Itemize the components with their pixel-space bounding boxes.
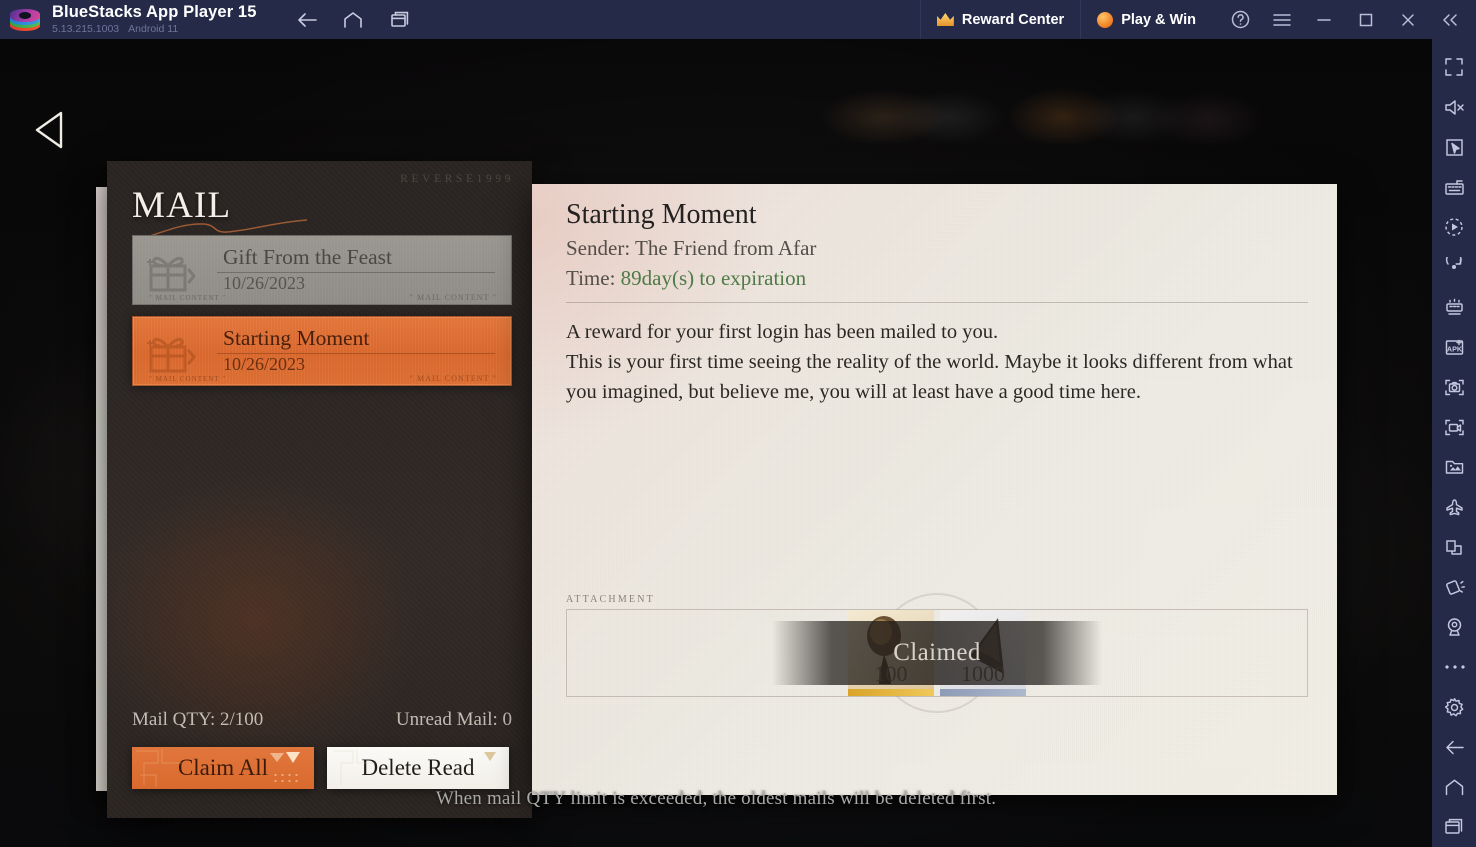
letter-time-row: Time: 89day(s) to expiration [566,266,806,291]
menu-icon[interactable] [1262,0,1302,39]
mail-list-item-0[interactable]: Gift From the Feast 10/26/2023 " MAIL CO… [132,235,512,305]
mail-item-tag: " MAIL CONTENT " [409,374,497,383]
mail-item-tag-left: " MAIL CONTENT " [149,375,227,383]
close-icon[interactable] [1388,0,1428,39]
mail-item-date: 10/26/2023 [223,354,306,374]
letter-sender-label: Sender: [566,236,631,260]
game-back-button[interactable] [27,107,71,153]
rotate-icon[interactable] [1432,247,1476,287]
mail-list: Gift From the Feast 10/26/2023 " MAIL CO… [132,235,512,397]
back-icon[interactable] [292,6,322,34]
unread-mail-label: Unread Mail: 0 [395,709,512,730]
letter-body-text: A reward for your first login has been m… [566,317,1314,407]
letter-title: Starting Moment [566,199,757,230]
window-controls [1212,0,1476,39]
mail-panel: REVERSE1999 MAIL Gift From the Feast 10/… [107,161,532,818]
mail-item-title: Gift From the Feast [223,245,392,269]
attachment-item-rarity-bar [940,689,1026,696]
letter-time-value: 89day(s) to expiration [620,266,807,290]
delete-read-triangle [484,752,496,761]
claim-all-triangle-2 [286,752,300,763]
gift-icon [145,248,199,296]
keyboard-icon[interactable] [1432,167,1476,207]
android-version: Android 11 [128,22,179,35]
letter-divider [566,302,1308,303]
crown-icon [937,13,954,26]
attachment-item-qty: 1000 [961,661,1005,686]
svg-text:APK: APK [1446,344,1462,353]
reward-center-label: Reward Center [961,11,1065,28]
mail-item-date: 10/26/2023 [223,273,306,293]
recents-icon[interactable] [384,6,414,34]
macro-play-icon[interactable] [1432,207,1476,247]
app-version: 5.13.215.1003 [52,22,120,35]
settings-icon[interactable] [1432,687,1476,727]
screenshot-icon[interactable] [1432,367,1476,407]
letter-body-line: This is your first time seeing the reali… [566,351,1293,403]
bluestacks-sidebar: APK [1432,39,1476,847]
game-viewport: REVERSE1999 MAIL Gift From the Feast 10/… [0,39,1432,847]
coin-icon [1097,11,1114,28]
reward-center-button[interactable]: Reward Center [919,0,1080,39]
home-icon[interactable] [1432,767,1476,807]
minimize-icon[interactable] [1304,0,1344,39]
mail-item-tag: " MAIL CONTENT " [409,293,497,302]
android-nav-buttons [292,6,414,34]
delete-read-button[interactable]: Delete Read [327,747,509,789]
home-icon[interactable] [338,6,368,34]
letter-time-label: Time: [566,266,616,290]
play-and-win-button[interactable]: Play & Win [1080,0,1212,39]
install-apk-icon[interactable]: APK [1432,327,1476,367]
location-icon[interactable] [1432,607,1476,647]
attachment-item-1[interactable]: 1000 [940,610,1026,696]
back-icon[interactable] [1432,727,1476,767]
app-title: BlueStacks App Player 15 [52,3,257,22]
collapse-icon[interactable] [1430,0,1470,39]
attachment-box: 100 1000 Claimed [566,593,1308,713]
bluestacks-logo [10,7,40,33]
multi-instance-icon[interactable] [1432,287,1476,327]
mail-stats-row: Mail QTY: 2/100 Unread Mail: 0 [132,709,512,731]
play-and-win-label: Play & Win [1121,11,1196,28]
mail-item-tag-left: " MAIL CONTENT " [149,294,227,302]
media-manager-icon[interactable] [1432,447,1476,487]
help-icon[interactable] [1220,0,1260,39]
more-icon[interactable] [1432,647,1476,687]
mute-icon[interactable] [1432,87,1476,127]
mail-item-title: Starting Moment [223,326,370,350]
letter-body-line: A reward for your first login has been m… [566,321,999,343]
fullscreen-icon[interactable] [1432,47,1476,87]
attachment-items: 100 1000 [567,610,1307,696]
letter-sender-row: Sender: The Friend from Afar [566,236,816,261]
shake-icon[interactable] [1432,567,1476,607]
record-video-icon[interactable] [1432,407,1476,447]
claim-all-dots [272,772,298,784]
pointer-icon[interactable] [1432,127,1476,167]
mail-action-buttons: Claim All Delete Read [132,747,515,789]
letter-sender-name: The Friend from Afar [635,236,817,260]
eco-mode-icon[interactable] [1432,487,1476,527]
gift-icon [145,329,199,377]
resize-icon[interactable] [1432,527,1476,567]
attachment-item-rarity-bar [848,689,934,696]
claim-all-button[interactable]: Claim All [132,747,314,789]
attachment-item-0[interactable]: 100 [848,610,934,696]
maximize-icon[interactable] [1346,0,1386,39]
mail-quantity-label: Mail QTY: 2/100 [132,709,264,730]
bluestacks-titlebar: BlueStacks App Player 15 5.13.215.1003 An… [0,0,1476,39]
app-title-block: BlueStacks App Player 15 5.13.215.1003 An… [52,3,257,35]
recents-icon[interactable] [1432,807,1476,847]
mail-limit-hint: When mail QTY limit is exceeded, the old… [435,788,997,809]
mail-panel-title: MAIL [132,185,232,226]
mail-list-item-1[interactable]: Starting Moment 10/26/2023 " MAIL CONTEN… [132,316,512,386]
letter-content-panel: Starting Moment Sender: The Friend from … [532,184,1337,795]
claim-all-triangle-1 [270,753,284,762]
delete-read-label: Delete Read [361,755,475,780]
attachment-item-qty: 100 [874,661,908,686]
reverse1999-watermark: REVERSE1999 [400,173,514,185]
app-version-row: 5.13.215.1003 Android 11 [52,22,256,35]
attachment-label: ATTACHMENT [566,594,655,605]
claim-all-label: Claim All [177,755,269,780]
